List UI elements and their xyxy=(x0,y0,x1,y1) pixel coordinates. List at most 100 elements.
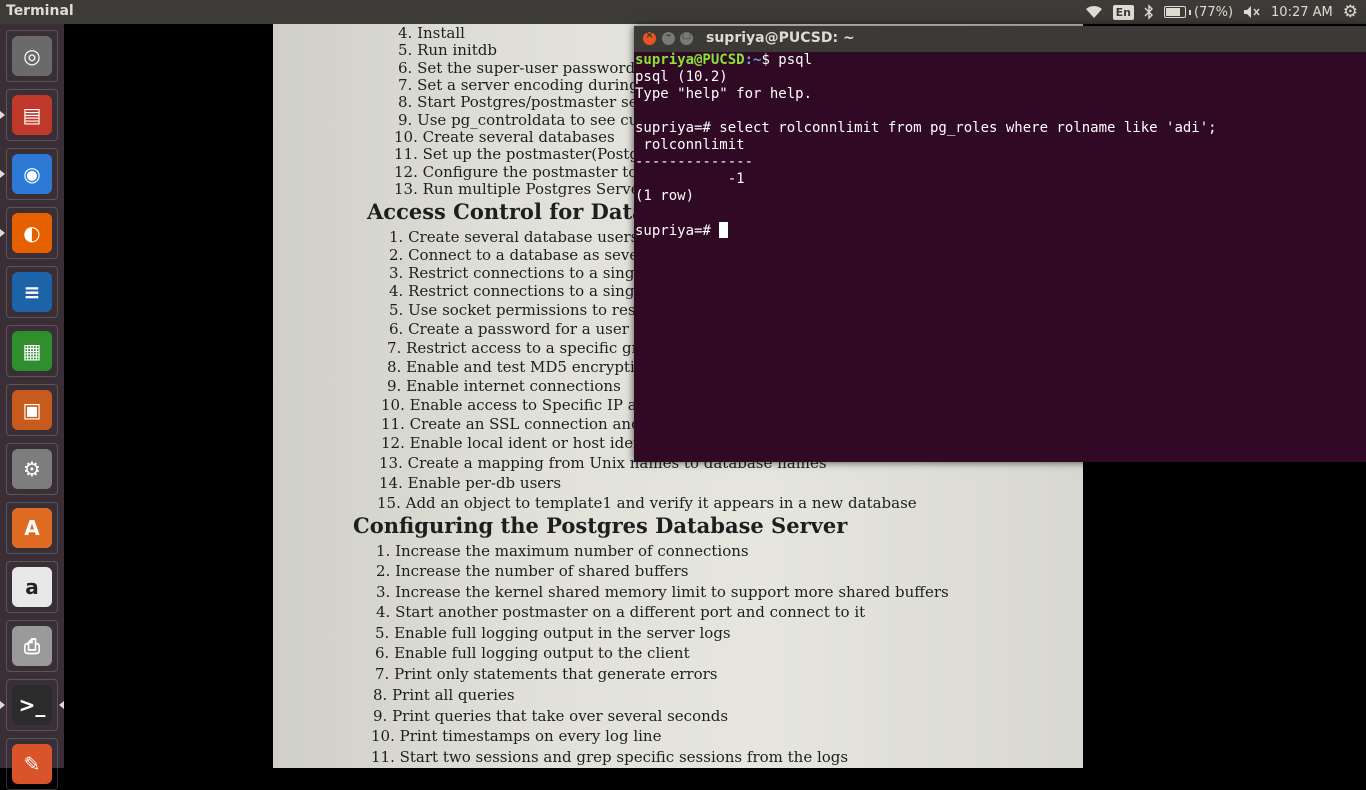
document-list-item: 9. Enable internet connections xyxy=(387,377,621,395)
battery-percentage: (77%) xyxy=(1193,4,1234,20)
document-list-item: 9. Use pg_controldata to see curren xyxy=(398,111,672,129)
battery-tip xyxy=(1188,9,1191,15)
ubuntu-logo-icon: ◎ xyxy=(12,36,52,76)
language-label: En xyxy=(1112,4,1134,20)
document-heading: Access Control for Databa xyxy=(367,199,675,224)
terminal-line: supriya=# select rolconnlimit from pg_ro… xyxy=(635,120,1217,136)
terminal-lines: psql (10.2) Type "help" for help. supriy… xyxy=(635,69,1217,204)
chrome-icon: ◉ xyxy=(12,154,52,194)
launcher-item-terminal[interactable]: >_ xyxy=(6,679,58,731)
minimize-icon: – xyxy=(666,30,671,41)
launcher-item-firefox[interactable]: ◐ xyxy=(6,207,58,259)
active-window-indicator xyxy=(59,701,64,709)
launcher-item-software-center[interactable]: A xyxy=(6,502,58,554)
document-list-item: 1. Create several database users xyxy=(389,228,639,246)
document-list-item: 5. Enable full logging output in the ser… xyxy=(375,624,731,642)
shell-command: psql xyxy=(778,52,813,68)
document-list-item: 7. Restrict access to a specific grou xyxy=(387,339,658,357)
battery-icon xyxy=(1163,6,1186,18)
keyboard-language-indicator[interactable]: En xyxy=(1112,0,1134,24)
maximize-icon: □ xyxy=(681,30,692,41)
document-list-item: 6. Set the super-user password duri xyxy=(398,59,672,77)
document-list-item: 7. Set a server encoding during init xyxy=(398,76,669,94)
document-list-item: 10. Enable access to Specific IP addr xyxy=(381,396,664,414)
minimize-button[interactable]: – xyxy=(662,30,675,45)
settings-gear-icon[interactable]: ⚙ xyxy=(1343,0,1358,24)
clock[interactable]: 10:27 AM xyxy=(1271,0,1333,24)
document-list-item: 8. Enable and test MD5 encryption xyxy=(387,358,654,376)
document-list-item: 10. Print timestamps on every log line xyxy=(371,727,662,745)
system-tray: En (77%) 10:27 AM ⚙ xyxy=(1085,0,1366,24)
launcher-item-screenshot[interactable]: ✎ xyxy=(6,738,58,790)
running-indicator xyxy=(0,111,5,119)
wifi-icon[interactable] xyxy=(1085,0,1103,24)
psql-current-prompt: supriya=# xyxy=(635,223,720,239)
document-list-item: 2. Increase the number of shared buffers xyxy=(376,562,689,580)
launcher-item-libreoffice-impress[interactable]: ▣ xyxy=(6,384,58,436)
document-list-item: 12. Enable local ident or host ident co xyxy=(381,434,672,452)
terminal-line: -1 xyxy=(727,171,745,187)
battery-indicator[interactable]: (77%) xyxy=(1163,0,1234,24)
document-list-item: 3. Increase the kernel shared memory lim… xyxy=(376,583,949,601)
document-list-item: 6. Enable full logging output to the cli… xyxy=(375,644,690,662)
text-cursor xyxy=(719,222,729,238)
document-list-item: 14. Enable per-db users xyxy=(379,474,562,492)
terminal-titlebar[interactable]: × – □ supriya@PUCSD: ~ xyxy=(634,26,1366,52)
terminal-output[interactable]: supriya@PUCSD:~$ psql psql (10.2) Type "… xyxy=(635,52,1366,462)
running-indicator xyxy=(0,229,5,237)
launcher-item-ubuntu-dash[interactable]: ◎ xyxy=(6,30,58,82)
maximize-button[interactable]: □ xyxy=(680,30,693,45)
terminal-icon: >_ xyxy=(12,685,52,725)
volume-muted-icon[interactable] xyxy=(1243,0,1261,24)
close-button[interactable]: × xyxy=(643,30,656,45)
terminal-line: rolconnlimit xyxy=(643,137,745,153)
screenshot-icon: ✎ xyxy=(12,744,52,784)
document-list-item: 4. Start another postmaster on a differe… xyxy=(376,603,866,621)
document-list-item: 11. Create an SSL connection and fo xyxy=(381,415,661,433)
document-list-item: 2. Connect to a database as several xyxy=(389,246,660,264)
launcher-item-files[interactable]: ▤ xyxy=(6,89,58,141)
close-icon: × xyxy=(645,30,654,41)
launcher-item-libreoffice-writer[interactable]: ≡ xyxy=(6,266,58,318)
document-list-item: 1. Increase the maximum number of connec… xyxy=(376,542,749,560)
running-indicator xyxy=(0,701,5,709)
document-list-item: 3. Restrict connections to a single u xyxy=(389,264,663,282)
document-heading: Configuring the Postgres Database Server xyxy=(353,513,848,538)
calc-spreadsheet-icon: ▦ xyxy=(12,331,52,371)
document-list-item: 6. Create a password for a user xyxy=(389,320,629,338)
top-panel: Terminal En (77%) 10:27 AM ⚙ xyxy=(0,0,1366,24)
document-list-item: 8. Print all queries xyxy=(373,686,515,704)
terminal-line: -------------- xyxy=(635,154,754,170)
launcher-item-chrome[interactable]: ◉ xyxy=(6,148,58,200)
document-list-item: 5. Use socket permissions to restric xyxy=(389,301,662,319)
file-cabinet-icon: ▤ xyxy=(12,95,52,135)
firefox-icon: ◐ xyxy=(12,213,52,253)
shell-prompt-user: supriya@PUCSD xyxy=(635,52,745,68)
launcher-item-amazon[interactable]: a xyxy=(6,561,58,613)
terminal-line: Type "help" for help. xyxy=(635,86,813,102)
document-list-item: 10. Create several databases xyxy=(394,128,615,146)
document-list-item: 4. Install xyxy=(398,24,465,42)
battery-level-fill xyxy=(1165,8,1180,16)
shopping-bag-icon: A xyxy=(12,508,52,548)
printer-icon: ⎙ xyxy=(12,626,52,666)
writer-document-icon: ≡ xyxy=(12,272,52,312)
document-list-item: 7. Print only statements that generate e… xyxy=(375,665,718,683)
wrench-screwdriver-icon: ⚙ xyxy=(12,449,52,489)
document-list-item: 4. Restrict connections to a single d xyxy=(389,282,663,300)
document-list-item: 11. Start two sessions and grep specific… xyxy=(371,748,849,766)
terminal-title: supriya@PUCSD: ~ xyxy=(706,30,855,46)
terminal-window[interactable]: × – □ supriya@PUCSD: ~ supriya@PUCSD:~$ … xyxy=(634,26,1366,462)
shell-prompt-symbol: $ xyxy=(761,52,779,68)
shell-prompt-path: :~ xyxy=(744,52,762,68)
amazon-icon: a xyxy=(12,567,52,607)
impress-presentation-icon: ▣ xyxy=(12,390,52,430)
launcher-item-printer[interactable]: ⎙ xyxy=(6,620,58,672)
document-list-item: 9. Print queries that take over several … xyxy=(373,707,729,725)
terminal-line: psql (10.2) xyxy=(635,69,728,85)
launcher-item-libreoffice-calc[interactable]: ▦ xyxy=(6,325,58,377)
launcher-item-system-settings[interactable]: ⚙ xyxy=(6,443,58,495)
document-list-item: 15. Add an object to template1 and verif… xyxy=(377,494,917,512)
bluetooth-icon[interactable] xyxy=(1144,0,1154,24)
terminal-line: (1 row) xyxy=(635,188,695,204)
